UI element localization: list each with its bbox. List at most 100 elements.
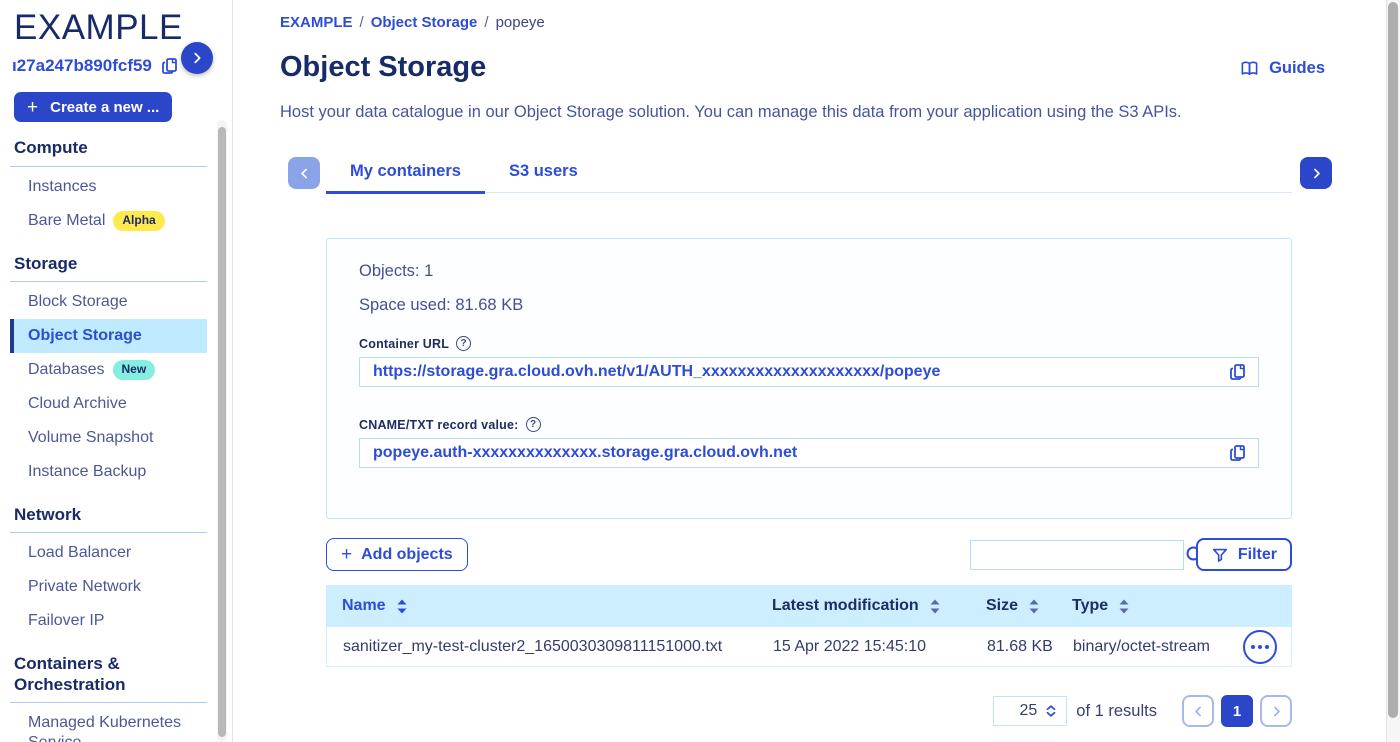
create-new-label: Create a new ... <box>50 99 159 116</box>
pager: 1 <box>1182 695 1292 727</box>
sidebar-item-instance-backup[interactable]: Instance Backup <box>10 455 207 489</box>
cell-latest-modification: 15 Apr 2022 15:45:10 <box>773 638 987 656</box>
page-size-value: 25 <box>1019 702 1037 720</box>
breadcrumb-example[interactable]: EXAMPLE <box>280 14 353 31</box>
space-used: Space used: 81.68 KB <box>359 296 1259 315</box>
sidebar-item-object-storage[interactable]: Object Storage <box>10 319 207 353</box>
sidebar-item-block-storage[interactable]: Block Storage <box>10 285 207 319</box>
column-header-name[interactable]: Name <box>342 597 772 615</box>
guides-button[interactable]: Guides <box>1234 58 1331 79</box>
row-actions <box>1223 630 1275 664</box>
chevron-right-icon <box>190 51 204 65</box>
help-icon[interactable]: ? <box>456 336 471 351</box>
cname-field[interactable]: popeye.auth-xxxxxxxxxxxxxx.storage.gra.c… <box>359 438 1259 468</box>
sidebar-item-label: Bare Metal <box>28 212 105 229</box>
container-url-label-row: Container URL ? <box>359 336 1259 351</box>
sidebar-section-title-containers-orchestration: Containers & Orchestration <box>14 654 204 695</box>
section-divider <box>10 702 207 703</box>
tab-my-containers[interactable]: My containers <box>326 157 485 194</box>
filter-funnel-icon <box>1211 546 1229 563</box>
breadcrumb: EXAMPLE/Object Storage/popeye <box>280 14 1400 31</box>
copy-project-id-button[interactable] <box>160 56 180 76</box>
add-objects-label: Add objects <box>361 546 453 564</box>
sidebar-section-title-network: Network <box>14 505 204 525</box>
tab-bar: My containersS3 users <box>280 157 1400 194</box>
breadcrumb-separator: / <box>484 14 488 31</box>
section-divider <box>10 281 207 282</box>
cname-label-row: CNAME/TXT record value: ? <box>359 417 1259 432</box>
tab-s3-users[interactable]: S3 users <box>485 157 602 192</box>
sort-icon[interactable] <box>1119 599 1129 614</box>
current-page-button[interactable]: 1 <box>1221 695 1253 727</box>
section-divider <box>10 166 207 167</box>
copy-container-url-button[interactable] <box>1228 362 1248 382</box>
chevron-right-icon <box>1270 705 1283 718</box>
sidebar-item-failover-ip[interactable]: Failover IP <box>10 604 207 638</box>
column-label: Latest modification <box>772 597 919 615</box>
copy-icon <box>160 56 180 76</box>
container-info-panel: Objects: 1 Space used: 81.68 KB Containe… <box>326 238 1292 519</box>
tabs-scroll-left-button[interactable] <box>288 157 320 189</box>
sidebar-item-label: Managed Kubernetes Service <box>28 714 181 742</box>
sidebar-item-private-network[interactable]: Private Network <box>10 570 207 604</box>
stepper-icon <box>1044 703 1058 719</box>
sidebar-item-label: Volume Snapshot <box>28 429 153 446</box>
sidebar-section-title-compute: Compute <box>14 138 204 158</box>
ellipsis-icon <box>1251 645 1255 649</box>
sidebar-item-bare-metal[interactable]: Bare Metal Alpha <box>10 204 207 238</box>
plus-icon: + <box>341 544 352 566</box>
sidebar-item-cloud-archive[interactable]: Cloud Archive <box>10 387 207 421</box>
pagination: 25 of 1 results 1 <box>326 695 1292 727</box>
column-header-latest-modification[interactable]: Latest modification <box>772 597 986 615</box>
sidebar-item-label: Instance Backup <box>28 463 146 480</box>
sidebar-item-load-balancer[interactable]: Load Balancer <box>10 536 207 570</box>
sidebar-scrollbar-thumb[interactable] <box>218 127 226 737</box>
copy-cname-button[interactable] <box>1228 443 1248 463</box>
row-actions-menu-button[interactable] <box>1243 630 1277 664</box>
filter-button[interactable]: Filter <box>1196 538 1292 571</box>
sidebar-nav: ComputeInstancesBare MetalAlphaStorageBl… <box>14 138 232 742</box>
table-body: sanitizer_my-test-cluster2_1650030309811… <box>326 627 1292 667</box>
breadcrumb-object-storage[interactable]: Object Storage <box>371 14 478 31</box>
sidebar-item-label: Instances <box>28 178 96 195</box>
alpha-badge: Alpha <box>113 211 164 231</box>
project-id: ı27a247b890fcf59 <box>12 56 152 76</box>
column-header-type[interactable]: Type <box>1072 597 1222 615</box>
copy-icon <box>1228 362 1248 382</box>
search-input[interactable] <box>981 545 1184 564</box>
sidebar: EXAMPLE ı27a247b890fcf59 + <box>0 0 233 742</box>
create-new-button[interactable]: + Create a new ... <box>14 92 172 122</box>
tabs-scroll-right-button[interactable] <box>1300 157 1332 189</box>
sidebar-item-instances[interactable]: Instances <box>10 170 207 204</box>
cell-name: sanitizer_my-test-cluster2_1650030309811… <box>343 638 773 656</box>
filter-label: Filter <box>1238 546 1277 564</box>
next-page-button[interactable] <box>1260 695 1292 727</box>
page-description: Host your data catalogue in our Object S… <box>280 103 1400 122</box>
container-url-field[interactable]: https://storage.gra.cloud.ovh.net/v1/AUT… <box>359 357 1259 387</box>
breadcrumb-popeye: popeye <box>496 14 545 31</box>
search-box[interactable] <box>970 540 1184 570</box>
sidebar-item-label: Databases <box>28 361 105 378</box>
copy-icon <box>1228 443 1248 463</box>
page-scrollbar-thumb[interactable] <box>1388 2 1398 718</box>
sort-icon[interactable] <box>1029 599 1039 614</box>
sidebar-item-databases[interactable]: DatabasesNew <box>10 353 207 387</box>
page-scrollbar-track[interactable] <box>1386 0 1400 742</box>
sidebar-item-label: Load Balancer <box>28 544 131 561</box>
help-icon[interactable]: ? <box>526 417 541 432</box>
add-objects-button[interactable]: + Add objects <box>326 538 468 571</box>
chevron-right-icon <box>1310 167 1323 180</box>
sidebar-item-volume-snapshot[interactable]: Volume Snapshot <box>10 421 207 455</box>
ellipsis-icon <box>1258 645 1262 649</box>
previous-page-button[interactable] <box>1182 695 1214 727</box>
column-header-size[interactable]: Size <box>986 597 1072 615</box>
page-size-select[interactable]: 25 <box>993 696 1067 726</box>
table-row: sanitizer_my-test-cluster2_1650030309811… <box>326 627 1292 667</box>
sort-icon[interactable] <box>930 599 940 614</box>
sidebar-item-managed-kubernetes-service[interactable]: Managed Kubernetes Service <box>10 706 207 742</box>
sidebar-item-label: Block Storage <box>28 293 128 310</box>
sidebar-expand-button[interactable] <box>181 42 213 74</box>
objects-count: Objects: 1 <box>359 262 1259 281</box>
sort-icon[interactable] <box>397 599 407 614</box>
cname-value: popeye.auth-xxxxxxxxxxxxxx.storage.gra.c… <box>373 444 797 462</box>
